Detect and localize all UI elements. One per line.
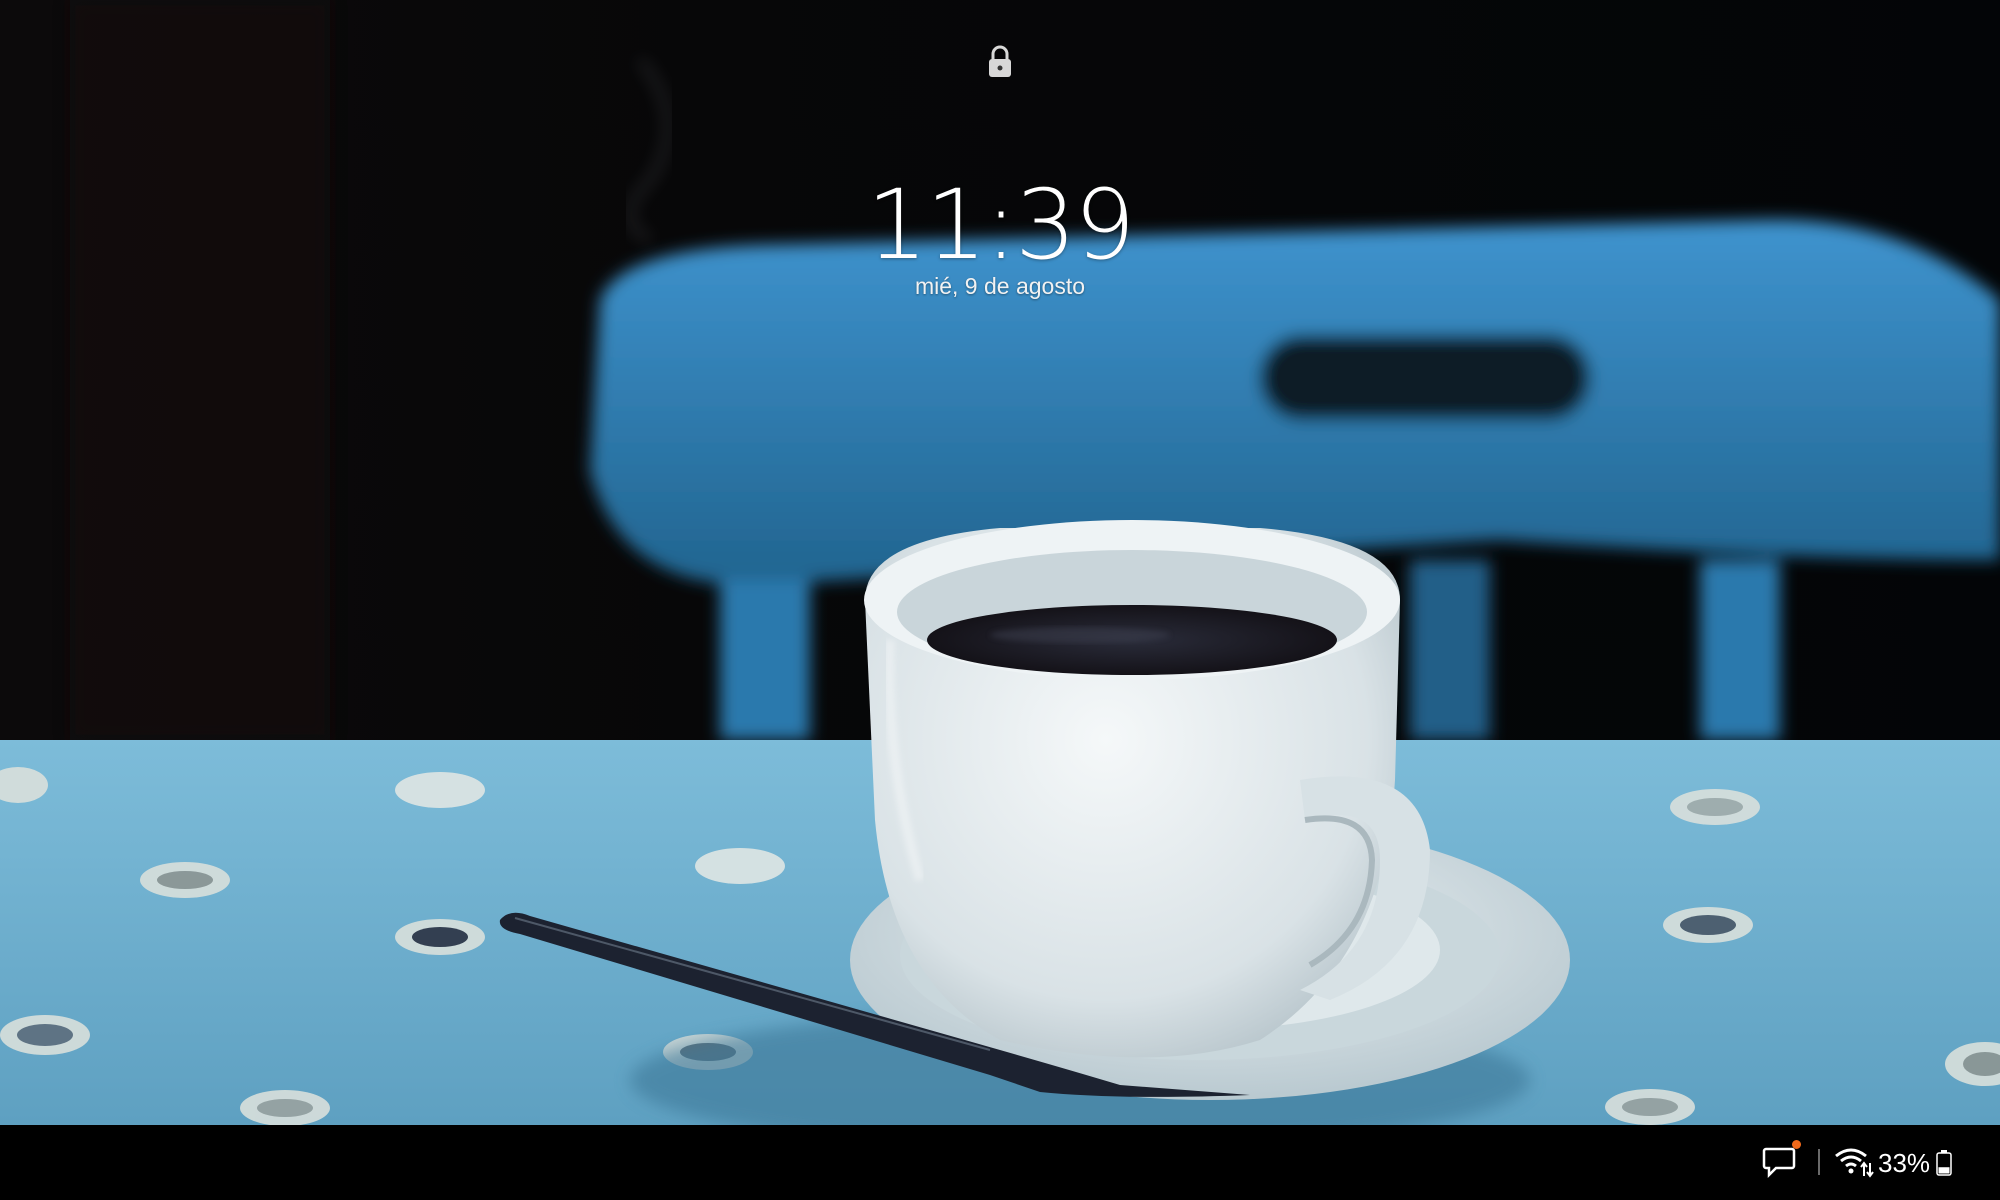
status-bar [0, 1125, 2000, 1200]
battery-icon [1936, 1150, 1952, 1176]
wifi-data-icon [1835, 1148, 1874, 1178]
lockscreen-date: mié, 9 de agosto [914, 273, 1086, 299]
lockscreen-clock: 11:39 [866, 169, 1136, 281]
battery-fill [1938, 1167, 1950, 1174]
notification-dot [1792, 1140, 1801, 1149]
message-notification-icon[interactable] [1762, 1146, 1796, 1178]
lock-icon[interactable] [985, 44, 1015, 80]
status-divider [1818, 1149, 1820, 1175]
battery-percent: 33% [1878, 1148, 1931, 1178]
